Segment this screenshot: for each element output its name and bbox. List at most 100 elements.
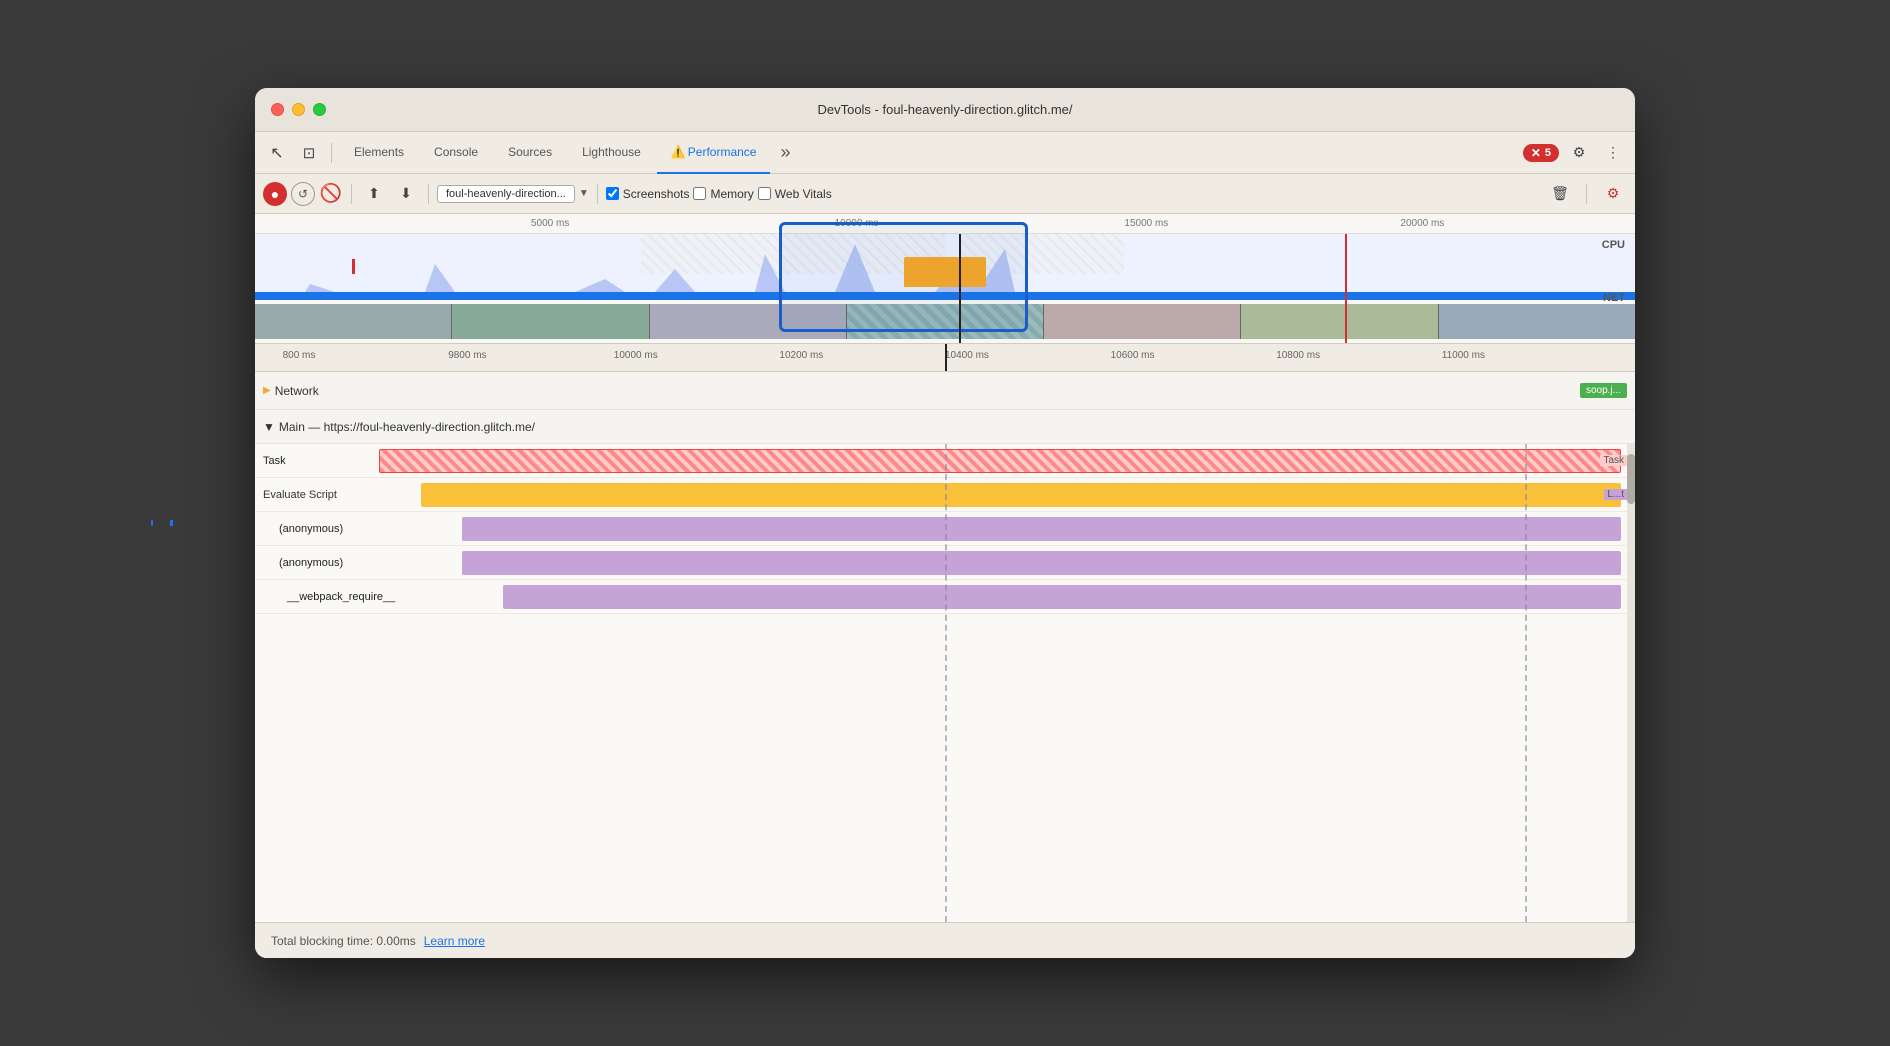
task-label-1: Task (255, 455, 294, 467)
network-right-label: soop.j... (1580, 383, 1627, 398)
scrollbar-thumb[interactable] (1627, 454, 1635, 504)
cursor-icon[interactable]: ↖ (263, 139, 291, 167)
detail-tick-10600: 10600 ms (1111, 350, 1155, 361)
window-title: DevTools - foul-heavenly-direction.glitc… (817, 102, 1072, 117)
tab-elements[interactable]: Elements (340, 132, 418, 174)
status-bar: Total blocking time: 0.00ms Learn more (255, 922, 1635, 958)
screenshot-3 (650, 304, 847, 339)
playhead-line (959, 234, 961, 343)
upload-icon[interactable]: ⬆ (360, 180, 388, 208)
refresh-record-button[interactable]: ↺ (291, 182, 315, 206)
tick-10000: 10000 ms (835, 218, 879, 229)
tab-sources[interactable]: Sources (494, 132, 566, 174)
detail-tick-10200: 10200 ms (779, 350, 823, 361)
close-button[interactable] (271, 103, 284, 116)
traffic-lights (271, 103, 326, 116)
perf-sep-3 (597, 184, 598, 204)
clear-button[interactable]: 🚫 (319, 182, 343, 206)
perf-toolbar: ● ↺ 🚫 ⬆ ⬇ foul-heavenly-direction... ▼ S… (255, 174, 1635, 214)
screenshots-checkbox[interactable] (606, 187, 619, 200)
tab-console[interactable]: Console (420, 132, 492, 174)
devtools-window: DevTools - foul-heavenly-direction.glitc… (255, 88, 1635, 958)
tab-lighthouse[interactable]: Lighthouse (568, 132, 655, 174)
task-bar-2 (421, 483, 1622, 507)
task-label-4: (anonymous) (255, 557, 351, 569)
screenshot-5 (1044, 304, 1241, 339)
main-toolbar: ↖ ⊡ Elements Console Sources Lighthouse … (255, 132, 1635, 174)
tick-5000: 5000 ms (531, 218, 569, 229)
url-dropdown[interactable]: ▼ (579, 188, 589, 199)
detail-tick-10000: 10000 ms (614, 350, 658, 361)
download-icon[interactable]: ⬇ (392, 180, 420, 208)
tab-bar: Elements Console Sources Lighthouse ⚠️ P… (340, 132, 1519, 174)
record-button[interactable]: ● (263, 182, 287, 206)
screenshot-2 (452, 304, 649, 339)
webvitals-checkbox-group[interactable]: Web Vitals (758, 187, 832, 201)
memory-checkbox-group[interactable]: Memory (693, 187, 753, 201)
perf-sep-4 (1586, 184, 1587, 204)
network-label: ▶ Network (263, 384, 319, 398)
net-label: NET (1603, 292, 1625, 304)
screenshots-strip (255, 304, 1635, 339)
perf-sep-2 (428, 184, 429, 204)
dashed-line-1 (945, 444, 947, 922)
toolbar-right: ✕ 5 ⚙ ⋮ (1523, 139, 1627, 167)
task-label-3: (anonymous) (255, 523, 351, 535)
dashed-line-2 (1525, 444, 1527, 922)
tab-more-button[interactable]: » (772, 132, 798, 174)
cpu-label: CPU (1602, 239, 1625, 251)
toolbar-separator-1 (331, 143, 332, 163)
screenshot-6 (1241, 304, 1438, 339)
task-bar-1 (379, 449, 1621, 473)
detail-playhead (945, 344, 947, 371)
titlebar: DevTools - foul-heavenly-direction.glitc… (255, 88, 1635, 132)
tick-15000: 15000 ms (1124, 218, 1168, 229)
timeline-overview[interactable]: 5000 ms 10000 ms 15000 ms 20000 ms CPU N… (255, 214, 1635, 344)
red-marker-line (1345, 234, 1347, 343)
blocking-time-text: Total blocking time: 0.00ms (271, 934, 416, 948)
perf-toolbar-right: 🗑 ⚙ (1546, 180, 1627, 208)
detail-tick-10800: 10800 ms (1276, 350, 1320, 361)
minimize-button[interactable] (292, 103, 305, 116)
screenshot-1 (255, 304, 452, 339)
tasks-area: Task Task Evaluate Script L...t (anonymo… (255, 444, 1635, 922)
tab-performance[interactable]: ⚠️ Performance (657, 132, 771, 174)
tick-20000: 20000 ms (1400, 218, 1444, 229)
memory-checkbox[interactable] (693, 187, 706, 200)
url-display: foul-heavenly-direction... (437, 185, 575, 203)
detail-tick-9800: 9800 ms (448, 350, 486, 361)
task-right-1: Task (1600, 455, 1627, 466)
task-bar-3 (462, 517, 1621, 541)
main-expand-icon[interactable]: ▼ (263, 420, 275, 434)
network-expand-icon[interactable]: ▶ (263, 385, 271, 396)
trash-icon[interactable]: 🗑 (1546, 180, 1574, 208)
perf-sep-1 (351, 184, 352, 204)
webvitals-checkbox[interactable] (758, 187, 771, 200)
cpu-area (255, 234, 1635, 292)
more-icon[interactable]: ⋮ (1599, 139, 1627, 167)
main-section-header: ▼ Main — https://foul-heavenly-direction… (255, 410, 1635, 444)
error-badge[interactable]: ✕ 5 (1523, 144, 1559, 162)
detail-tick-800: 800 ms (283, 350, 316, 361)
task-label-5: __webpack_require__ (255, 591, 403, 603)
settings-icon[interactable]: ⚙ (1565, 139, 1593, 167)
learn-more-link[interactable]: Learn more (424, 934, 485, 948)
warning-icon: ⚠️ (671, 145, 686, 159)
detail-tick-11000: 11000 ms (1442, 350, 1485, 361)
perf-settings-icon[interactable]: ⚙ (1599, 180, 1627, 208)
task-bar-4 (462, 551, 1621, 575)
screenshot-7 (1439, 304, 1635, 339)
task-label-2: Evaluate Script (255, 489, 345, 501)
vertical-scrollbar[interactable] (1627, 444, 1635, 922)
screenshots-checkbox-group[interactable]: Screenshots (606, 187, 690, 201)
detail-ruler: 800 ms 9800 ms 10000 ms 10200 ms 10400 m… (255, 344, 1635, 372)
device-toggle-icon[interactable]: ⊡ (295, 139, 323, 167)
network-section: ▶ Network soop.j... (255, 372, 1635, 410)
detail-tick-10400: 10400 ms (945, 350, 989, 361)
task-bar-5 (503, 585, 1621, 609)
maximize-button[interactable] (313, 103, 326, 116)
timeline-detail: 800 ms 9800 ms 10000 ms 10200 ms 10400 m… (255, 344, 1635, 958)
net-bar (255, 292, 1635, 300)
screenshot-4 (847, 304, 1044, 339)
task-right-2: L...t (1604, 489, 1627, 500)
